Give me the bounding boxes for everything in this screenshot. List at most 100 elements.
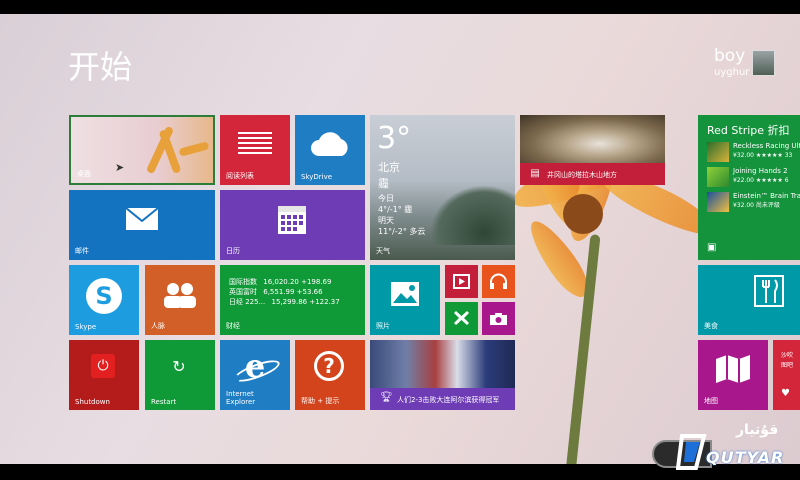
- shopping-bag-icon: ▣: [707, 242, 717, 253]
- watermark-arabic: قۇتيار: [736, 422, 779, 438]
- tile-label: 美食: [704, 322, 718, 330]
- tile-desktop[interactable]: ➤ 桌面: [69, 115, 215, 185]
- envelope-icon: [125, 207, 159, 230]
- user-subtitle: uyghur: [714, 67, 750, 78]
- tile-skype[interactable]: S Skype: [69, 265, 139, 335]
- store-item-name: Einstein™ Brain Trai: [733, 192, 800, 200]
- tile-label: Shutdown: [75, 398, 110, 406]
- tile-video[interactable]: [445, 265, 478, 298]
- store-item-thumbnail: [707, 167, 729, 187]
- camera-icon: [490, 313, 507, 325]
- tile-maps[interactable]: 地图: [698, 340, 768, 410]
- newspaper-icon: ▤: [530, 167, 540, 179]
- weather-condition: 霾: [378, 177, 389, 190]
- weather-city: 北京: [378, 161, 400, 174]
- store-item: Joining Hands 2 ¥22.00 ★★★★★ 6: [707, 167, 800, 187]
- news-caption: 人们2-3击败大连阿尔滨获得冠军: [397, 396, 500, 404]
- photo-icon: [391, 282, 419, 306]
- tile-camera[interactable]: [482, 302, 515, 335]
- tile-people[interactable]: 人脉: [145, 265, 215, 335]
- top-letterbox: [0, 0, 800, 14]
- tile-calendar[interactable]: 日历: [220, 190, 365, 260]
- tile-reading-list[interactable]: 阅读列表: [220, 115, 290, 185]
- tomorrow-range: 11°/-2° 多云: [378, 227, 426, 236]
- weather-temp: 3°: [377, 121, 412, 156]
- tile-store[interactable]: Red Stripe 折扣 Reckless Racing Ult ¥32.00 …: [698, 115, 800, 260]
- finance-index-name: 国际指数: [229, 278, 257, 286]
- fork-knife-icon: [754, 275, 784, 307]
- travel-caption: 井冈山的塔拉木山地方: [547, 171, 617, 179]
- store-item: Reckless Racing Ult ¥32.00 ★★★★★ 33: [707, 142, 800, 162]
- restart-icon: ↻: [172, 356, 186, 376]
- headphones-icon: [490, 273, 507, 289]
- finance-index-value: 16,020.20 +198.69: [263, 278, 332, 286]
- store-item-detail: ¥32.00 尚未评级: [733, 202, 780, 209]
- tile-label: 帮助 + 提示: [301, 397, 340, 405]
- people-icon: [164, 283, 196, 308]
- tile-news[interactable]: 🏆︎ 人们2-3击败大连阿尔滨获得冠军: [370, 340, 515, 410]
- tile-label: 财经: [226, 322, 240, 330]
- help-icon: ?: [314, 351, 344, 381]
- avatar[interactable]: [752, 50, 775, 76]
- tile-weather[interactable]: 3° 北京 霾 今日 4°/-1° 霾 明天 11°/-2° 多云 天气: [370, 115, 515, 260]
- tile-label: 人脉: [151, 322, 165, 330]
- tile-label: 地图: [704, 397, 718, 405]
- cloud-icon: [311, 132, 348, 156]
- start-title: 开始: [68, 48, 133, 86]
- store-list: Reckless Racing Ult ¥32.00 ★★★★★ 33 Joini…: [707, 137, 800, 212]
- store-item-thumbnail: [707, 192, 729, 212]
- tile-label: SkyDrive: [301, 173, 333, 181]
- tomorrow-label: 明天: [378, 216, 394, 225]
- reading-list-icon: [238, 129, 272, 157]
- tile-internet-explorer[interactable]: e Internet Explorer: [220, 340, 290, 410]
- store-item-detail: ¥22.00 ★★★★★ 6: [733, 177, 789, 184]
- tile-text: 图吧: [781, 362, 794, 369]
- tile-music[interactable]: [482, 265, 515, 298]
- tile-label: 桌面: [77, 170, 91, 178]
- tile-shutdown[interactable]: ⏻ Shutdown: [69, 340, 139, 410]
- finance-row: 日经 225... 15,299.86 +122.37: [229, 297, 340, 307]
- store-item-name: Joining Hands 2: [733, 167, 788, 175]
- gamepad-icon: [454, 311, 469, 325]
- tile-skydrive[interactable]: SkyDrive: [295, 115, 365, 185]
- tile-travel[interactable]: ▤ 井冈山的塔拉木山地方: [520, 115, 665, 185]
- power-icon: ⏻: [91, 354, 115, 378]
- heart-icon: ♥: [781, 388, 790, 399]
- tile-help[interactable]: ? 帮助 + 提示: [295, 340, 365, 410]
- tile-food[interactable]: 美食: [698, 265, 800, 335]
- finance-list: 国际指数 16,020.20 +198.69 英国富时 6,551.99 +53…: [229, 277, 340, 307]
- tile-label: Restart: [151, 398, 177, 406]
- finance-row: 英国富时 6,551.99 +53.66: [229, 287, 340, 297]
- tile-photos[interactable]: 照片: [370, 265, 440, 335]
- finance-index-value: 15,299.86 +122.37: [271, 298, 340, 306]
- trophy-icon: 🏆︎: [380, 392, 393, 403]
- weather-forecast: 今日 4°/-1° 霾 明天 11°/-2° 多云: [378, 193, 425, 237]
- tile-partial-right[interactable]: 沙吹 图吧 ♥: [773, 340, 800, 410]
- store-item: Einstein™ Brain Trai ¥32.00 尚未评级: [707, 192, 800, 212]
- finance-index-name: 英国富时: [229, 288, 257, 296]
- watermark-logo: قۇتيار QUTYAR: [675, 422, 800, 472]
- tile-games[interactable]: [445, 302, 478, 335]
- tile-label: Internet Explorer: [226, 390, 256, 406]
- store-item-detail: ¥32.00 ★★★★★ 33: [733, 152, 793, 159]
- today-label: 今日: [378, 194, 394, 203]
- finance-row: 国际指数 16,020.20 +198.69: [229, 277, 340, 287]
- map-icon: [716, 355, 750, 383]
- cursor-icon: ➤: [115, 161, 125, 174]
- travel-photo: [520, 115, 665, 163]
- finance-index-value: 6,551.99 +53.66: [263, 288, 323, 296]
- start-screen: 开始 boy uyghur ➤ 桌面 阅读列表 SkyDrive 3° 北京 霾: [0, 14, 800, 464]
- tile-label: 日历: [226, 247, 240, 255]
- finance-index-name: 日经 225...: [229, 298, 266, 306]
- store-item-name: Reckless Racing Ult: [733, 142, 800, 150]
- tile-text: 沙吹: [781, 352, 794, 359]
- tile-label: 邮件: [75, 247, 89, 255]
- user-name: boy: [714, 46, 746, 66]
- tile-finance[interactable]: 国际指数 16,020.20 +198.69 英国富时 6,551.99 +53…: [220, 265, 365, 335]
- news-photo: [370, 340, 515, 388]
- tile-restart[interactable]: ↻ Restart: [145, 340, 215, 410]
- tile-mail[interactable]: 邮件: [69, 190, 215, 260]
- calendar-icon: [278, 206, 306, 234]
- store-title: Red Stripe 折扣: [707, 124, 790, 137]
- tile-label: Skype: [75, 323, 97, 331]
